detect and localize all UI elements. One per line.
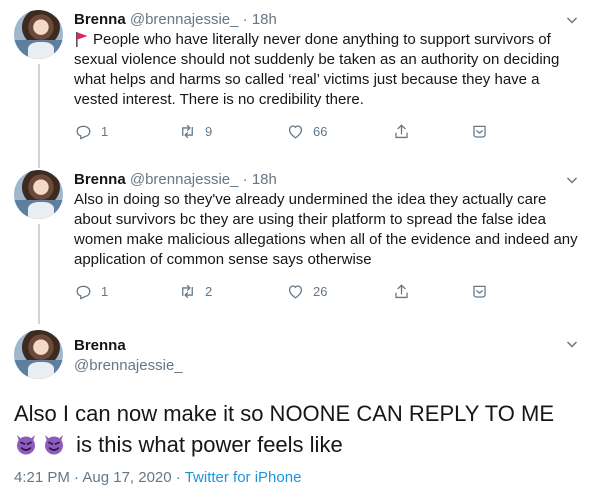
avatar[interactable]	[14, 10, 63, 59]
main-tweet-text: Also I can now make it so NOONE CAN REPL…	[14, 398, 582, 460]
tweet-text-content: Also in doing so they've already undermi…	[74, 191, 578, 268]
activity-icon	[473, 285, 486, 298]
tweet-timestamp[interactable]: 4:21 PM · Aug 17, 2020	[14, 469, 172, 486]
smiling-imp-icon	[14, 432, 38, 456]
reply-count: 1	[101, 124, 109, 139]
chevron-down-icon[interactable]	[566, 174, 578, 186]
thread-line-2	[38, 224, 40, 324]
reply-icon	[76, 125, 91, 140]
main-tweet-line-2-row: is this what power feels like	[14, 429, 582, 460]
meta-separator: ·	[171, 469, 185, 486]
share-button[interactable]	[392, 282, 411, 301]
dot-separator: ·	[242, 171, 248, 188]
reply-button[interactable]: 1	[74, 282, 108, 301]
author-name[interactable]: Brenna	[74, 11, 126, 28]
share-button[interactable]	[392, 122, 411, 141]
tweet-header: Brenna @brennajessie_ · 18h	[74, 10, 277, 30]
tweet-time[interactable]: 18h	[252, 11, 277, 28]
tweet-actions: 1 2 26	[74, 282, 514, 302]
chevron-down-icon[interactable]	[566, 14, 578, 26]
reply-tweet-1[interactable]: Brenna @brennajessie_ · 18h People who h…	[74, 10, 578, 150]
retweet-icon	[182, 124, 193, 139]
tweet-source-link[interactable]: Twitter for iPhone	[185, 469, 302, 486]
tweet-meta: 4:21 PM · Aug 17, 2020 · Twitter for iPh…	[14, 468, 301, 488]
reply-count: 1	[101, 284, 109, 299]
main-tweet-line-1: Also I can now make it so NOONE CAN REPL…	[14, 401, 554, 426]
retweet-count: 2	[205, 284, 213, 299]
main-tweet-line-2: is this what power feels like	[76, 432, 343, 457]
reply-button[interactable]: 1	[74, 122, 108, 141]
triangular-flag-icon	[74, 31, 89, 47]
tweet-text-content: People who have literally never done any…	[74, 31, 560, 108]
heart-icon	[288, 285, 303, 299]
like-button[interactable]: 26	[286, 282, 327, 301]
retweet-button[interactable]: 9	[178, 122, 212, 141]
avatar[interactable]	[14, 330, 63, 379]
thread-line-1	[38, 64, 40, 168]
chevron-down-icon[interactable]	[566, 338, 578, 350]
smiling-imp-icon	[42, 432, 66, 456]
like-count: 26	[313, 284, 328, 299]
heart-icon	[288, 125, 303, 139]
author-handle[interactable]: @brennajessie_	[74, 356, 183, 376]
retweet-icon	[182, 284, 193, 299]
tweet-time[interactable]: 18h	[252, 171, 277, 188]
share-icon	[395, 124, 408, 139]
author-handle[interactable]: @brennajessie_	[130, 11, 239, 28]
tweet-text: Also in doing so they've already undermi…	[74, 190, 578, 270]
author-name[interactable]: Brenna	[74, 171, 126, 188]
tip-jar-button[interactable]	[470, 282, 489, 301]
reply-tweet-2[interactable]: Brenna @brennajessie_ · 18h Also in doin…	[74, 170, 578, 310]
reply-icon	[76, 285, 91, 300]
activity-icon	[473, 125, 486, 138]
like-button[interactable]: 66	[286, 122, 327, 141]
avatar[interactable]	[14, 170, 63, 219]
tweet-actions: 1 9 66	[74, 122, 514, 142]
tweet-header: Brenna @brennajessie_ · 18h	[74, 170, 277, 190]
dot-separator: ·	[242, 11, 248, 28]
retweet-count: 9	[205, 124, 213, 139]
retweet-button[interactable]: 2	[178, 282, 212, 301]
share-icon	[395, 284, 408, 299]
author-name[interactable]: Brenna	[74, 336, 126, 356]
like-count: 66	[313, 124, 328, 139]
tip-jar-button[interactable]	[470, 122, 489, 141]
author-handle[interactable]: @brennajessie_	[130, 171, 239, 188]
tweet-text: People who have literally never done any…	[74, 30, 578, 110]
